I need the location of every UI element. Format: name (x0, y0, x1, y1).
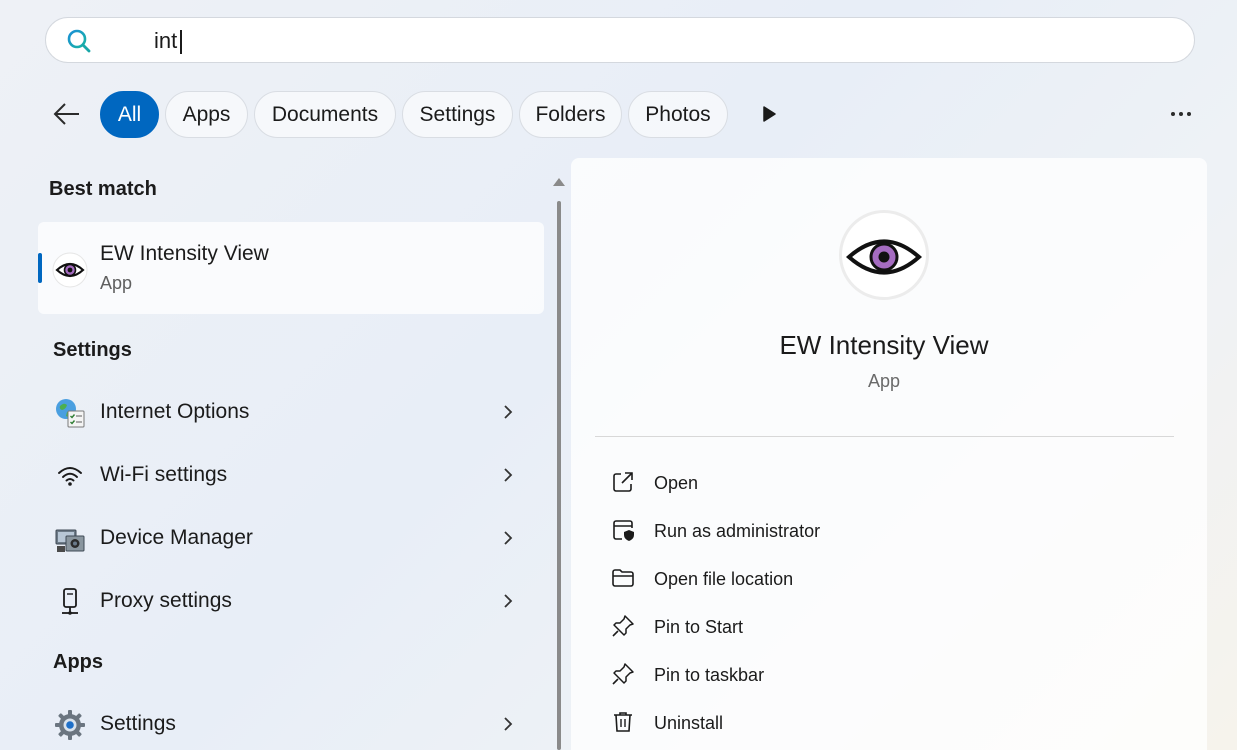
action-label: Run as administrator (654, 521, 821, 541)
chevron-right-icon (504, 405, 513, 419)
filter-chip-photos[interactable]: Photos (628, 91, 728, 138)
action-label: Open (654, 473, 699, 493)
settings-item-wifi[interactable]: Wi-Fi settings (38, 447, 544, 503)
best-match-item[interactable]: EW Intensity View App (38, 222, 544, 314)
detail-panel: EW Intensity View App Open Run as admini… (571, 158, 1207, 750)
eye-icon (845, 239, 923, 275)
best-match-name: EW Intensity View (100, 242, 269, 265)
settings-item-device-manager[interactable]: Device Manager (38, 510, 544, 566)
settings-item-label: Proxy settings (100, 589, 232, 612)
settings-item-label: Device Manager (100, 526, 253, 549)
action-pin-to-taskbar[interactable]: Pin to taskbar (607, 654, 1167, 694)
filter-chip-apps[interactable]: Apps (165, 91, 248, 138)
settings-heading: Settings (53, 339, 132, 361)
filter-chip-settings[interactable]: Settings (402, 91, 513, 138)
trash-icon (614, 712, 632, 732)
settings-item-internet-options[interactable]: Internet Options (38, 384, 544, 440)
action-run-as-admin[interactable]: Run as administrator (607, 510, 1167, 550)
play-icon[interactable] (762, 106, 776, 122)
wifi-icon (58, 467, 82, 486)
selection-indicator (38, 253, 42, 283)
filter-chip-documents[interactable]: Documents (254, 91, 396, 138)
detail-app-type: App (867, 371, 901, 391)
app-icon-large (839, 210, 929, 300)
text-caret (180, 30, 182, 54)
apps-item-label: Settings (100, 712, 176, 735)
settings-item-label: Internet Options (100, 400, 250, 423)
device-manager-icon (55, 529, 85, 552)
action-label: Pin to taskbar (654, 665, 765, 685)
action-open[interactable]: Open (607, 462, 1167, 502)
chevron-right-icon (504, 531, 513, 545)
search-icon (67, 29, 91, 53)
chevron-right-icon (504, 717, 513, 731)
filter-chip-folders[interactable]: Folders (519, 91, 622, 138)
shield-window-icon (613, 520, 634, 541)
divider (595, 436, 1174, 437)
filter-chip-all[interactable]: All (100, 91, 159, 138)
scrollbar-thumb[interactable] (557, 201, 561, 750)
apps-item-settings[interactable]: Settings (38, 696, 544, 750)
open-external-icon (613, 472, 633, 492)
folder-icon (612, 569, 634, 587)
chevron-right-icon (504, 594, 513, 608)
action-label: Uninstall (654, 713, 724, 733)
internet-options-icon (56, 399, 85, 428)
detail-app-name: EW Intensity View (779, 330, 989, 360)
apps-heading: Apps (53, 651, 103, 673)
best-match-heading: Best match (49, 178, 157, 200)
settings-item-label: Wi-Fi settings (100, 463, 228, 486)
eye-icon (52, 252, 88, 288)
action-uninstall[interactable]: Uninstall (607, 702, 1167, 742)
back-arrow-icon[interactable] (52, 100, 82, 128)
search-box[interactable] (45, 17, 1195, 63)
settings-item-proxy[interactable]: Proxy settings (38, 573, 544, 629)
pin-icon (612, 663, 634, 685)
action-pin-to-start[interactable]: Pin to Start (607, 606, 1167, 646)
action-label: Pin to Start (654, 617, 744, 637)
action-open-file-location[interactable]: Open file location (607, 558, 1167, 598)
action-label: Open file location (654, 569, 794, 589)
pin-icon (612, 615, 634, 637)
proxy-icon (62, 588, 78, 615)
scroll-up-arrow[interactable] (552, 177, 566, 187)
chevron-right-icon (504, 468, 513, 482)
gear-icon (55, 710, 85, 740)
search-input[interactable] (154, 27, 1154, 55)
best-match-type: App (100, 273, 133, 293)
more-icon[interactable] (1168, 104, 1194, 124)
